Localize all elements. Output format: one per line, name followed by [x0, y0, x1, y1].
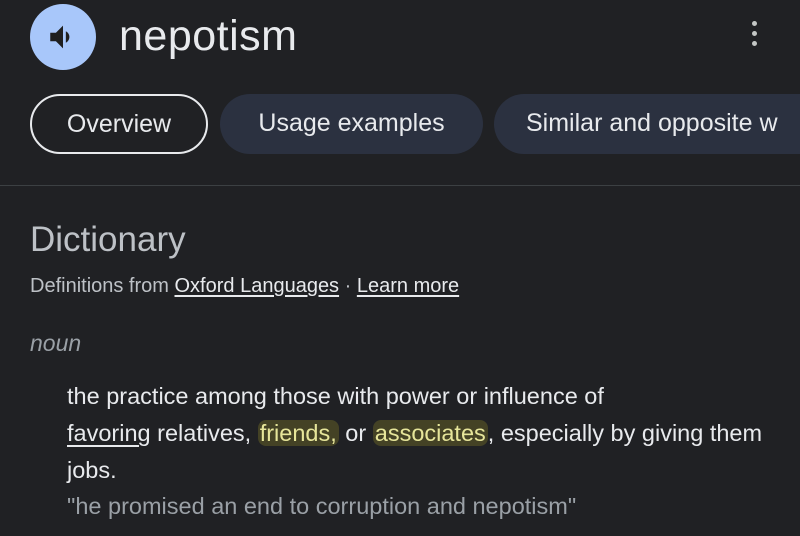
definition-part1: the practice among those with power or i…	[67, 383, 604, 409]
highlight-associates: associates	[372, 420, 488, 446]
dictionary-page: nepotism Overview Usage examples Similar…	[0, 0, 800, 536]
usage-example: "he promised an end to corruption and ne…	[67, 493, 577, 519]
definition-text: the practice among those with power or i…	[67, 378, 787, 489]
highlight-friends: friends,	[257, 420, 339, 446]
oxford-languages-link[interactable]: Oxford Languages	[175, 275, 340, 297]
more-vert-icon-dot	[751, 30, 757, 36]
definition-part2: relatives,	[150, 420, 258, 446]
more-options-button[interactable]	[740, 16, 768, 50]
section-title: Dictionary	[30, 220, 186, 259]
divider	[0, 185, 800, 186]
tab-usage-examples[interactable]: Usage examples	[220, 94, 483, 154]
tab-similar-and-opposite[interactable]: Similar and opposite w	[494, 94, 800, 154]
source-prefix: Definitions from	[30, 275, 169, 297]
definitions-source: Definitions from Oxford Languages · Lear…	[30, 272, 459, 300]
source-separator: ·	[344, 275, 352, 297]
speaker-icon	[50, 25, 70, 49]
favoring-link[interactable]: favoring	[67, 420, 151, 446]
part-of-speech: noun	[30, 330, 82, 356]
tab-overview[interactable]: Overview	[30, 94, 208, 154]
more-vert-icon	[751, 20, 757, 26]
learn-more-link[interactable]: Learn more	[357, 275, 459, 297]
headword: nepotism	[119, 12, 298, 60]
pronunciation-button[interactable]	[30, 4, 96, 70]
more-vert-icon-dot	[751, 40, 757, 46]
definition-part3: or	[338, 420, 373, 446]
